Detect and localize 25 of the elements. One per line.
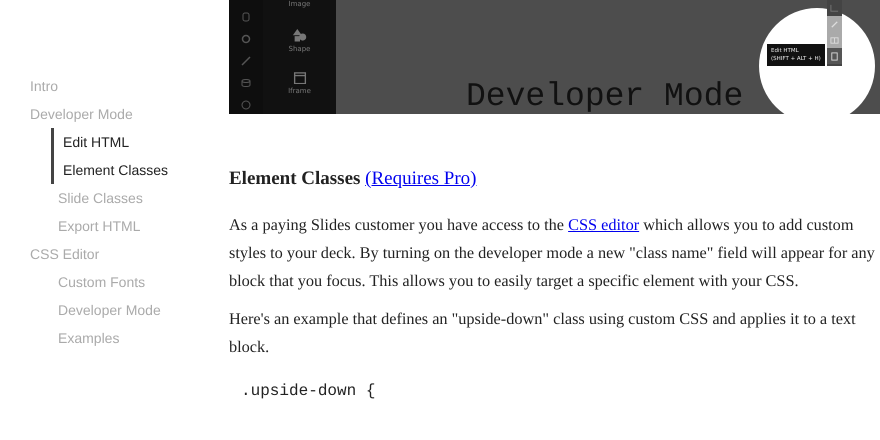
paragraph: As a paying Slides customer you have access to the CSS editor which allows you to add custom styles to your deck. By turning on the developer mode a new "class name" field will appear for any block that you focus. This allows you to easily target a specific element with your CSS. bbox=[229, 214, 876, 292]
circle-icon[interactable] bbox=[241, 100, 251, 110]
sidebar-link[interactable]: Edit HTML bbox=[51, 128, 229, 156]
sidebar-link[interactable]: Export HTML bbox=[58, 212, 229, 240]
code-line: .upside-down { bbox=[241, 381, 376, 401]
gear-icon[interactable] bbox=[241, 34, 251, 44]
shapes-icon[interactable] bbox=[292, 29, 308, 42]
sidebar-link[interactable]: Intro bbox=[30, 72, 229, 100]
sidebar-link[interactable]: Element Classes bbox=[51, 156, 229, 184]
sidebar-link[interactable]: Developer Mode bbox=[30, 100, 229, 128]
css-editor-link[interactable]: CSS editor bbox=[568, 215, 640, 234]
database-icon[interactable] bbox=[241, 78, 251, 88]
sidebar-link[interactable]: Custom Fonts bbox=[58, 268, 229, 296]
chart-icon[interactable] bbox=[830, 4, 839, 12]
slide-title: Developer Mode bbox=[466, 80, 744, 114]
window-icon[interactable] bbox=[292, 72, 306, 84]
requires-pro-link[interactable]: (Requires Pro) bbox=[365, 168, 476, 189]
sidebar-link[interactable]: CSS Editor bbox=[30, 240, 229, 268]
sidebar-link[interactable]: Slide Classes bbox=[58, 184, 229, 212]
paragraph: Here's an example that defines an "upside-down" class using custom CSS and applies it to a text block. bbox=[229, 308, 857, 358]
document-icon[interactable] bbox=[830, 52, 839, 60]
book-icon[interactable] bbox=[830, 36, 839, 44]
sidebar-link[interactable]: Examples bbox=[58, 324, 229, 352]
section-heading: Element Classes bbox=[229, 168, 360, 189]
sidebar-link[interactable]: Developer Mode bbox=[58, 296, 229, 324]
